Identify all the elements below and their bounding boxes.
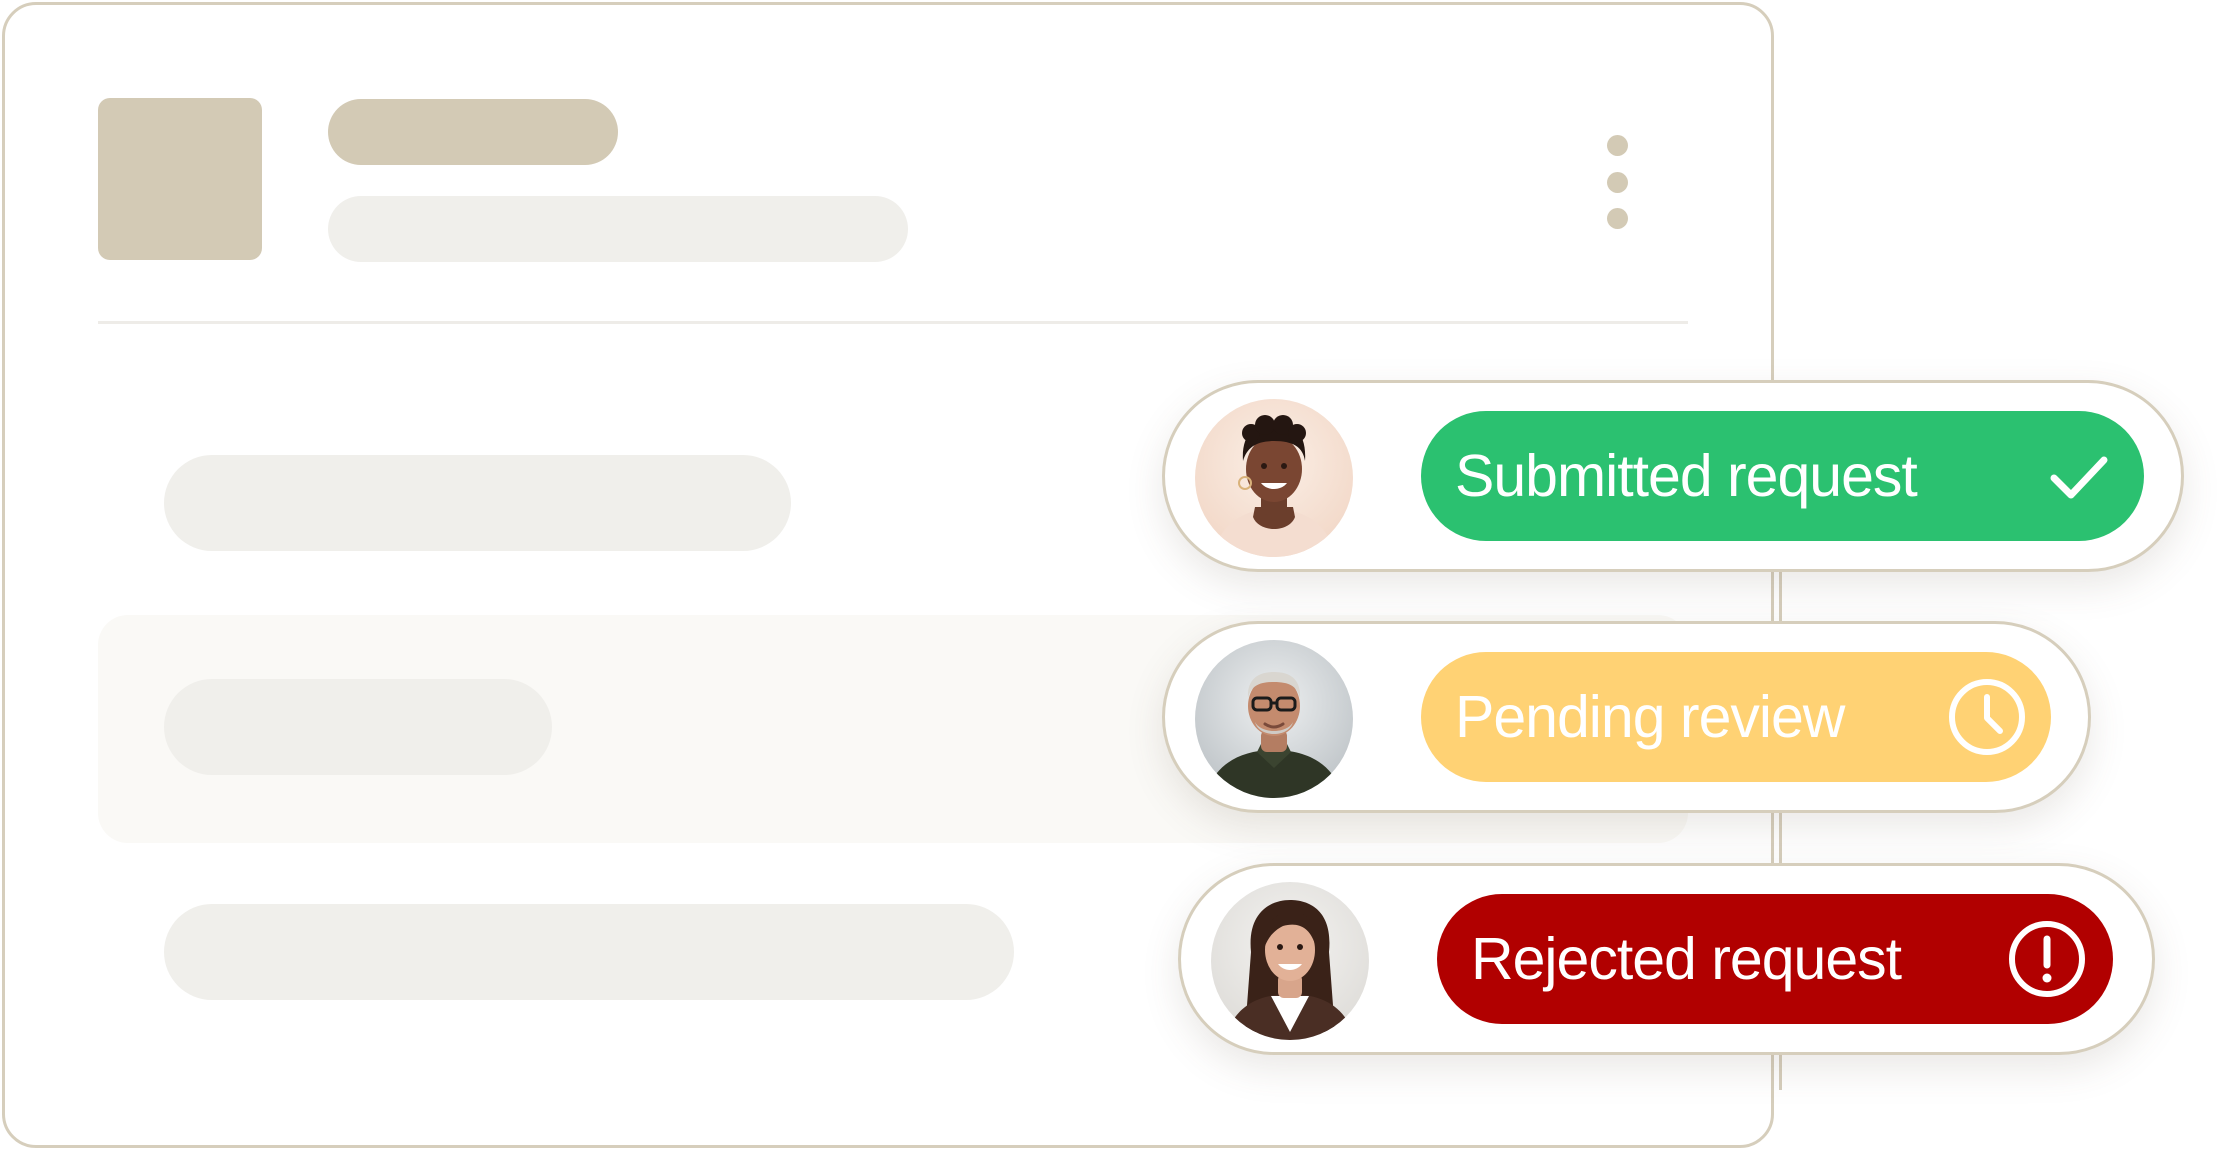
status-label: Rejected request [1471, 926, 1902, 992]
avatar-woman-long-dark-hair [1211, 882, 1369, 1040]
status-badge-rejected[interactable]: Rejected request [1437, 894, 2113, 1024]
clock-icon [1943, 673, 2031, 761]
avatar-man-glasses [1195, 640, 1353, 798]
avatar [1195, 399, 1353, 557]
card-divider [98, 321, 1688, 324]
check-icon [2034, 432, 2122, 520]
avatar-woman-short-curly-hair [1195, 399, 1353, 557]
status-badge-pending[interactable]: Pending review [1421, 652, 2051, 782]
status-rejected: Rejected request [1178, 863, 2155, 1055]
list-item-placeholder [164, 679, 552, 775]
status-label: Pending review [1455, 684, 1845, 750]
status-submitted: Submitted request [1162, 380, 2184, 572]
list-item-placeholder [164, 455, 791, 551]
status-label: Submitted request [1455, 443, 1918, 509]
card-title-placeholder [328, 99, 618, 165]
list-item-placeholder [164, 904, 1014, 1000]
alert-circle-icon [2003, 915, 2091, 1003]
stage: Submitted request Pending review Rejecte… [0, 0, 2224, 1152]
kebab-dot [1606, 208, 1628, 229]
kebab-dot [1606, 171, 1628, 193]
status-pending: Pending review [1162, 621, 2091, 813]
avatar [1195, 640, 1353, 798]
card-thumbnail-placeholder [98, 98, 262, 260]
avatar [1211, 882, 1369, 1040]
more-options-icon[interactable] [1603, 135, 1631, 229]
status-badge-submitted[interactable]: Submitted request [1421, 411, 2144, 541]
card-subtitle-placeholder [328, 196, 908, 262]
kebab-dot [1606, 135, 1628, 156]
